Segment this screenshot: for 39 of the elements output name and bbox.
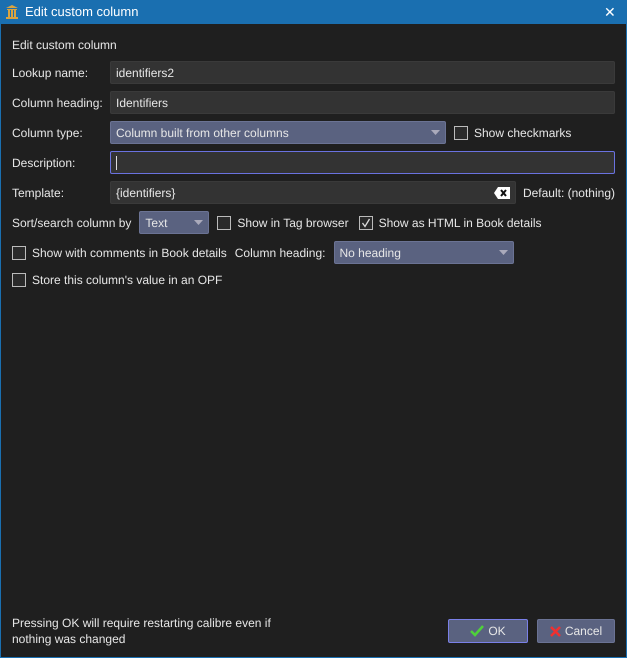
ok-button[interactable]: OK bbox=[448, 619, 528, 643]
column-type-dropdown[interactable]: Column built from other columns bbox=[110, 121, 446, 144]
checkbox-label: Show in Tag browser bbox=[237, 214, 349, 232]
restart-note: Pressing OK will require restarting calibre even if nothing was changed bbox=[12, 615, 272, 647]
clear-icon[interactable] bbox=[494, 186, 510, 198]
input-field[interactable]: {identifiers} bbox=[110, 181, 516, 204]
close-button[interactable]: ✕ bbox=[598, 2, 622, 22]
caret-icon bbox=[194, 220, 204, 225]
field-label: Lookup name: bbox=[12, 64, 90, 82]
input-field[interactable]: Identifiers bbox=[110, 91, 615, 114]
cross-icon bbox=[550, 626, 561, 636]
window-title: Edit custom column bbox=[25, 3, 140, 22]
field-label: Column type: bbox=[12, 124, 84, 142]
checkbox[interactable] bbox=[217, 216, 232, 230]
pillar-icon bbox=[5, 5, 19, 19]
section-heading: Edit custom column bbox=[12, 37, 118, 54]
checkmark-icon bbox=[470, 625, 484, 637]
checkbox-label: Store this column's value in an OPF bbox=[32, 272, 222, 289]
checkmark-icon bbox=[360, 218, 371, 228]
input-field[interactable] bbox=[110, 151, 615, 174]
checkbox-label: Show with comments in Book details bbox=[32, 244, 227, 262]
field-label: Template: bbox=[12, 184, 66, 202]
checkbox[interactable] bbox=[358, 216, 373, 230]
sort-dropdown[interactable]: Text bbox=[139, 211, 210, 234]
checkbox-label: Show checkmarks bbox=[474, 124, 572, 142]
field-label: Sort/search column by bbox=[12, 214, 132, 232]
field-label: Column heading: bbox=[234, 244, 326, 262]
checkbox[interactable] bbox=[12, 273, 26, 287]
default-text: Default: (nothing) bbox=[522, 184, 615, 202]
caret-icon bbox=[498, 250, 508, 255]
checkbox-label: Show as HTML in Book details bbox=[378, 214, 542, 232]
cancel-button[interactable]: Cancel bbox=[537, 619, 615, 643]
field-label: Column heading: bbox=[12, 94, 104, 112]
input-field[interactable]: identifiers2 bbox=[110, 61, 615, 84]
field-label: Description: bbox=[12, 154, 76, 172]
caret-icon bbox=[431, 130, 440, 135]
heading-dropdown[interactable]: No heading bbox=[334, 241, 514, 264]
checkbox[interactable] bbox=[12, 246, 26, 260]
checkbox[interactable] bbox=[454, 126, 468, 140]
